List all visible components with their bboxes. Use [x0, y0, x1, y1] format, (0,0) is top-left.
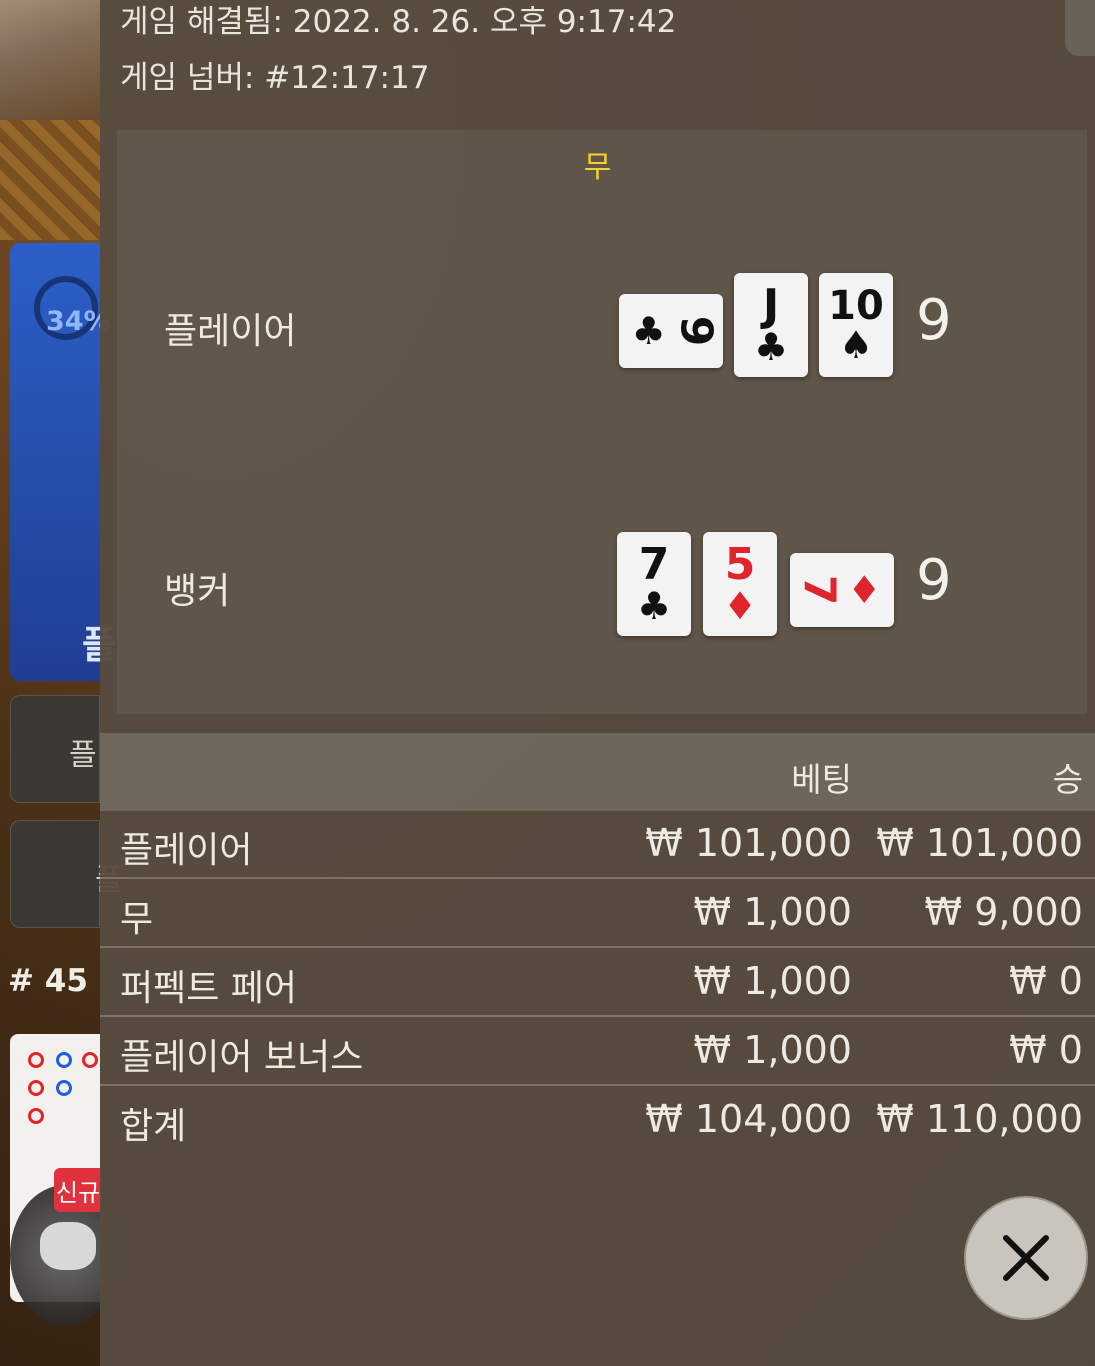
close-icon [1003, 1235, 1049, 1281]
new-badge: 신규 [54, 1168, 102, 1212]
game-result-panel: 게임 해결됨: 2022. 8. 26. 오후 9:17:42 게임 넘버: #… [100, 0, 1095, 1366]
player-card-3: 10 ♠ [819, 273, 893, 377]
total-label: 합계 [120, 1106, 187, 1147]
card-shoe-image [0, 0, 100, 120]
outcome-label: 무 [583, 150, 612, 185]
road-marker [56, 1080, 72, 1096]
road-marker [28, 1052, 44, 1068]
road-marker [56, 1052, 72, 1068]
win-amount: ₩ 101,000 [876, 821, 1083, 865]
bet-row-player-bonus: 플레이어 보너스 ₩ 1,000 ₩ 0 [100, 1018, 1095, 1086]
banker-card-3: 7 ♦ [790, 553, 894, 627]
bet-name: 플레이어 [120, 830, 253, 871]
bet-amount: ₩ 101,000 [645, 821, 852, 865]
bet-amount: ₩ 1,000 [693, 959, 852, 1003]
banker-hand-label: 뱅커 [164, 571, 231, 612]
card-suit-icon: ♦ [847, 568, 882, 612]
bet-row-player: 플레이어 ₩ 101,000 ₩ 101,000 [100, 811, 1095, 879]
round-number: # 45 [8, 963, 88, 999]
panel-corner-tab [1065, 0, 1095, 56]
close-button[interactable] [964, 1196, 1088, 1320]
win-amount: ₩ 9,000 [924, 890, 1083, 934]
card-suit-icon: ♣ [636, 584, 672, 628]
side-bet-button-1-label: 플 [69, 738, 97, 773]
player-hand-label: 플레이어 [164, 311, 297, 352]
bets-table-header: 베팅 승 [100, 733, 1095, 811]
card-rank: J [762, 280, 780, 331]
bet-name: 퍼펙트 페어 [120, 968, 298, 1009]
player-card-2: J ♣ [734, 273, 808, 377]
road-marker [28, 1108, 44, 1124]
game-number: 게임 넘버: #12:17:17 [120, 60, 430, 96]
road-marker [82, 1052, 98, 1068]
total-win-amount: ₩ 110,000 [876, 1097, 1083, 1141]
card-suit-icon: ♦ [722, 584, 758, 628]
player-score: 9 [916, 288, 952, 353]
card-suit-icon: ♠ [838, 323, 874, 367]
bet-name: 무 [120, 899, 154, 940]
bet-row-perfect-pair: 퍼펙트 페어 ₩ 1,000 ₩ 0 [100, 949, 1095, 1017]
card-suit-icon: ♣ [631, 309, 666, 353]
chip-icon [40, 1222, 96, 1270]
bet-row-tie: 무 ₩ 1,000 ₩ 9,000 [100, 880, 1095, 948]
player-card-1: ♣ 9 [619, 294, 723, 368]
win-column-header: 승 [1052, 760, 1083, 799]
side-bet-button-2[interactable]: 플 [10, 820, 123, 928]
bet-amount: ₩ 1,000 [693, 890, 852, 934]
card-rank: 7 [792, 574, 844, 606]
win-amount: ₩ 0 [1009, 1028, 1083, 1072]
card-rank: 9 [670, 315, 722, 347]
card-suit-icon: ♣ [753, 325, 789, 369]
card-rank: 7 [638, 539, 670, 590]
total-bet-amount: ₩ 104,000 [645, 1097, 852, 1141]
banker-card-1: 7 ♣ [617, 532, 691, 636]
win-amount: ₩ 0 [1009, 959, 1083, 1003]
table-felt [0, 120, 100, 240]
bet-row-total: 합계 ₩ 104,000 ₩ 110,000 [100, 1087, 1095, 1155]
bet-column-header: 베팅 [791, 760, 852, 799]
bet-amount: ₩ 1,000 [693, 1028, 852, 1072]
banker-card-2: 5 ♦ [703, 532, 777, 636]
game-resolved-time: 게임 해결됨: 2022. 8. 26. 오후 9:17:42 [120, 4, 677, 40]
road-marker [28, 1080, 44, 1096]
side-bet-button-1[interactable]: 플 [10, 695, 100, 803]
bet-name: 플레이어 보너스 [120, 1037, 364, 1078]
card-rank: 5 [724, 539, 756, 590]
hand-result-box [117, 130, 1087, 714]
card-rank: 10 [828, 283, 884, 329]
banker-score: 9 [916, 548, 952, 613]
